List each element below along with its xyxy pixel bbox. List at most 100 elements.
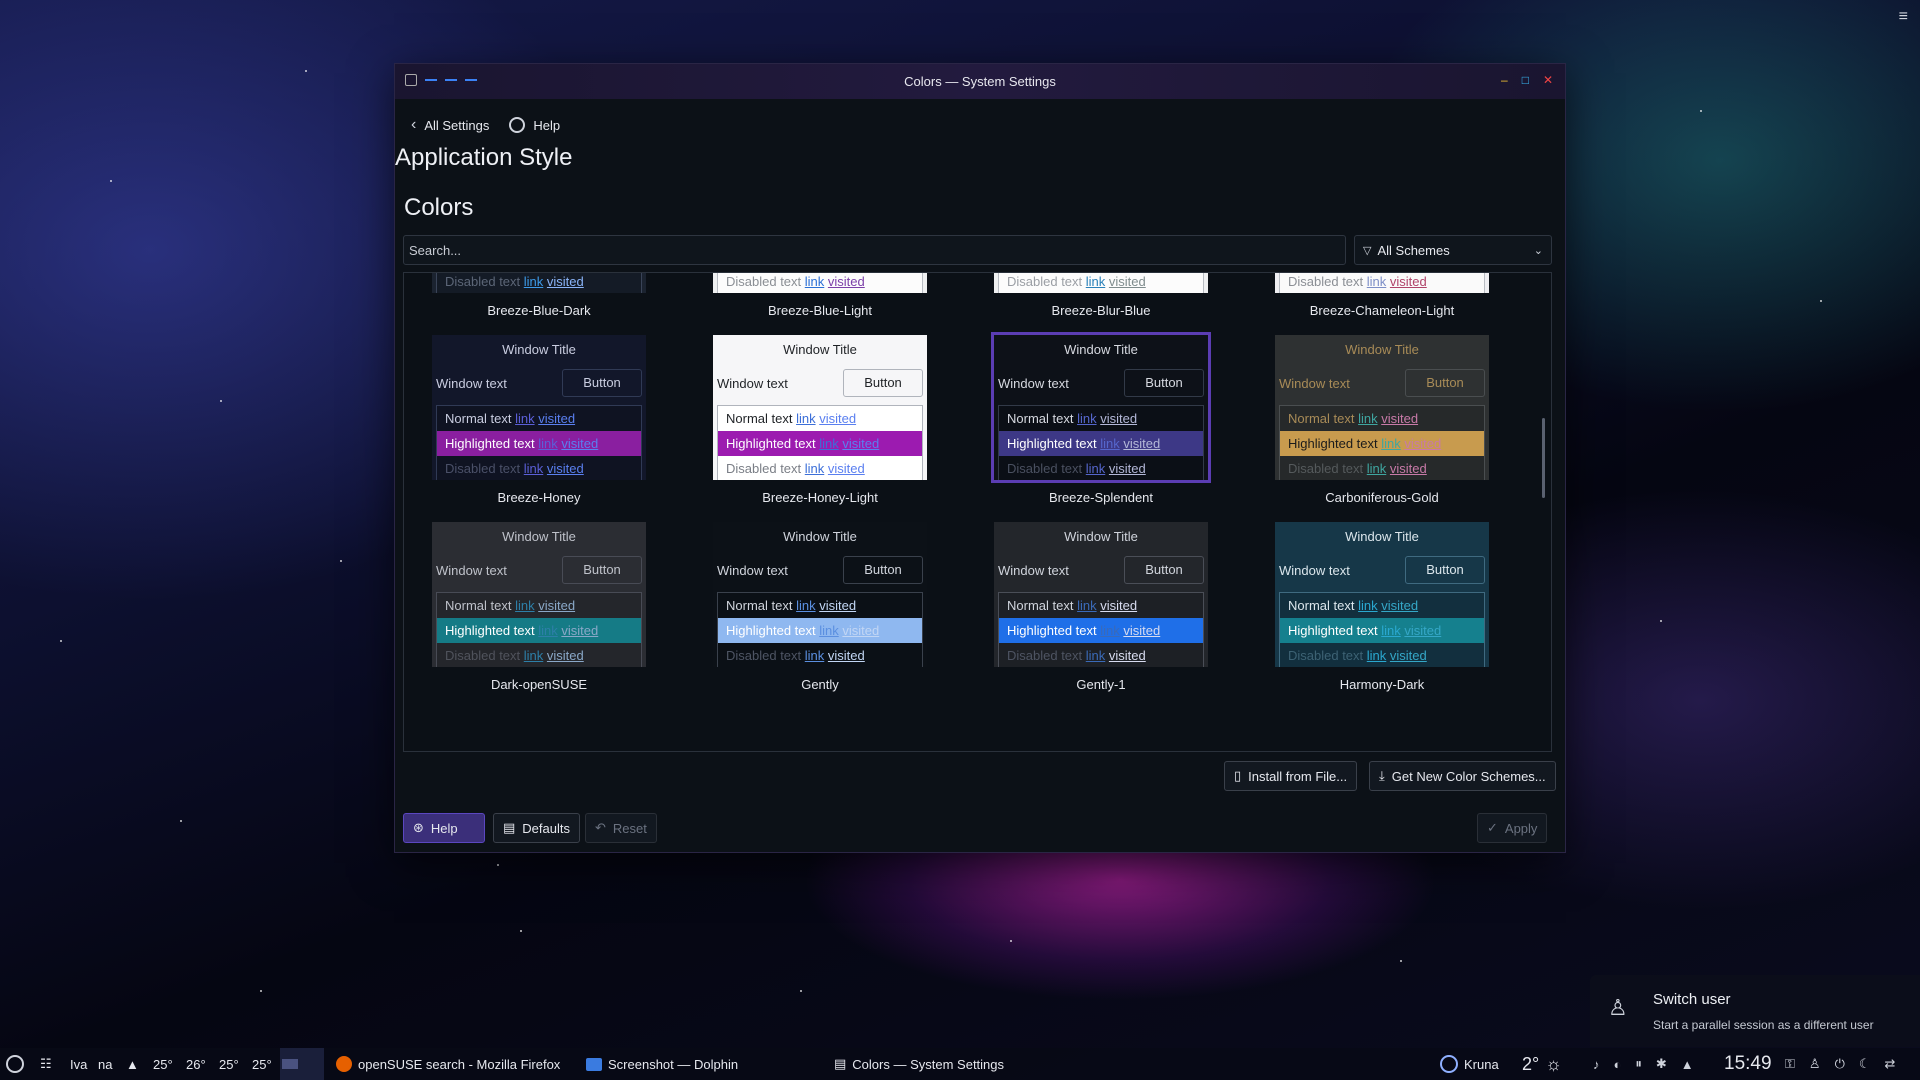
undo-icon: ↶ (595, 820, 606, 835)
bluetooth-icon[interactable]: ✱ (1656, 1056, 1667, 1072)
kruna-icon (1440, 1055, 1458, 1073)
help-menu-button[interactable]: Help (509, 117, 560, 133)
preview-list: Normal text link visited Highlighted tex… (998, 273, 1204, 293)
night-color-icon[interactable]: ◐ (1614, 1057, 1622, 1072)
keep-above-icon[interactable] (445, 79, 457, 81)
help-icon (509, 117, 526, 133)
help-icon: ⊛ (413, 820, 424, 835)
taskbar-item-na[interactable]: na (98, 1048, 112, 1080)
pager[interactable] (280, 1048, 324, 1080)
preview-list: Normal text link visited Highlighted tex… (998, 592, 1204, 667)
preview-highlighted-line: Highlighted text link visited (718, 431, 922, 456)
power-icon[interactable]: ⏻ (1835, 1056, 1845, 1072)
scheme-name: Breeze-Blue-Light (767, 303, 873, 318)
preview-list: Normal text link visited Highlighted tex… (1279, 405, 1485, 480)
scheme-tile[interactable]: Window Title Window text Button Normal t… (1275, 522, 1489, 692)
file-icon: ▯ (1234, 768, 1242, 783)
pin-icon[interactable] (425, 79, 437, 81)
minimize-button[interactable]: – (1501, 73, 1508, 87)
grid-scrollbar[interactable] (1542, 418, 1545, 498)
task-dolphin[interactable]: Screenshot — Dolphin (586, 1048, 738, 1080)
kruna-widget[interactable]: Kruna (1440, 1048, 1499, 1080)
scheme-preview: Window Title Window text Button Normal t… (1275, 273, 1489, 293)
scheme-name: Carboniferous-Gold (1325, 490, 1439, 505)
section-title: Colors (404, 194, 474, 221)
preview-disabled-line: Disabled text link visited (445, 648, 584, 663)
maximize-button[interactable]: □ (1522, 73, 1529, 87)
tray-expand-icon[interactable]: ▲ (1681, 1057, 1694, 1072)
clock[interactable]: 15:49 (1724, 1048, 1772, 1080)
search-input[interactable]: Search... (403, 235, 1346, 265)
task-system-settings[interactable]: ▤ Colors — System Settings (834, 1048, 1004, 1080)
get-new-schemes-button[interactable]: ⤓ Get New Color Schemes... (1369, 761, 1556, 791)
all-settings-button[interactable]: ‹ All Settings (411, 116, 489, 134)
scheme-tile[interactable]: Window Title Window text Button Normal t… (1275, 335, 1489, 505)
preview-list: Normal text link visited Highlighted tex… (998, 405, 1204, 480)
bell-icon[interactable]: ♪ (1593, 1057, 1600, 1072)
scheme-tile[interactable]: Window Title Window text Button Normal t… (432, 273, 646, 318)
preview-highlighted-line: Highlighted text link visited (1280, 431, 1484, 456)
apply-button[interactable]: ✓ Apply (1477, 813, 1548, 843)
preview-disabled-line: Disabled text link visited (726, 274, 865, 289)
download-icon: ⤓ (1379, 768, 1385, 783)
preview-disabled-line: Disabled text link visited (726, 461, 865, 476)
scheme-preview: Window Title Window text Button Normal t… (994, 522, 1208, 667)
reset-button[interactable]: ↶ Reset (585, 813, 657, 843)
scheme-tile[interactable]: Window Title Window text Button Normal t… (713, 273, 927, 318)
preview-list: Normal text link visited Highlighted tex… (436, 273, 642, 293)
scheme-tile[interactable]: Window Title Window text Button Normal t… (991, 332, 1211, 505)
scheme-tile[interactable]: Window Title Window text Button Normal t… (432, 522, 646, 692)
preview-window-title: Window Title (1345, 342, 1419, 357)
scheme-name: Breeze-Honey (497, 490, 581, 505)
weather-widget[interactable]: 2° ☼ (1522, 1048, 1562, 1080)
shade-icon[interactable] (465, 79, 477, 81)
app-menu-icon[interactable] (405, 74, 417, 86)
window-titlebar[interactable]: Colors — System Settings – □ ✕ (395, 64, 1565, 99)
preview-button: Button (843, 369, 923, 397)
preview-window-text: Window text (998, 375, 1069, 391)
preview-window-text: Window text (436, 375, 507, 391)
preview-disabled-line: Disabled text link visited (1288, 648, 1427, 663)
scheme-name: Harmony-Dark (1339, 677, 1425, 692)
install-from-file-button[interactable]: ▯ Install from File... (1224, 761, 1358, 791)
app-launcher-button[interactable] (6, 1048, 24, 1080)
preview-list: Normal text link visited Highlighted tex… (1279, 592, 1485, 667)
scheme-tile[interactable]: Window Title Window text Button Normal t… (713, 335, 927, 505)
scheme-tile[interactable]: Window Title Window text Button Normal t… (713, 522, 927, 692)
preview-normal-line: Normal text link visited (445, 598, 576, 613)
desktop-menu-icon[interactable]: ≡ (1899, 8, 1908, 26)
task-dolphin-label: Screenshot — Dolphin (608, 1056, 739, 1072)
preview-window-text: Window text (1279, 562, 1350, 578)
scheme-preview: Window Title Window text Button Normal t… (432, 335, 646, 480)
scheme-preview: Window Title Window text Button Normal t… (713, 522, 927, 667)
taskbar-item-iva[interactable]: Iva (70, 1048, 87, 1080)
preview-normal-line: Normal text link visited (1007, 411, 1138, 426)
settings-icon: ▤ (834, 1056, 847, 1071)
pause-icon[interactable]: ⏸ (1635, 1056, 1642, 1072)
task-firefox[interactable]: openSUSE search - Mozilla Firefox (336, 1048, 560, 1080)
preview-normal-line: Normal text link visited (445, 411, 576, 426)
scheme-tile[interactable]: Window Title Window text Button Normal t… (994, 522, 1208, 692)
get-new-label: Get New Color Schemes... (1391, 768, 1546, 784)
restart-icon[interactable]: ⇄ (1885, 1056, 1896, 1072)
settings-tray-icon[interactable]: ☷ (40, 1048, 52, 1080)
close-button[interactable]: ✕ (1543, 73, 1553, 87)
switch-user-notification[interactable]: ♙ Switch user Start a parallel session a… (1590, 975, 1920, 1047)
scheme-tile[interactable]: Window Title Window text Button Normal t… (1275, 273, 1489, 318)
color-scheme-grid[interactable]: Window Title Window text Button Normal t… (403, 272, 1552, 752)
preview-button: Button (1124, 369, 1204, 397)
help-button[interactable]: ⊛ Help (403, 813, 485, 843)
scheme-tile[interactable]: Window Title Window text Button Normal t… (432, 335, 646, 505)
lock-icon[interactable]: ⚿ (1785, 1056, 1795, 1072)
preview-normal-line: Normal text link visited (1007, 598, 1138, 613)
notification-title: Switch user (1653, 991, 1731, 1008)
scheme-tile[interactable]: Window Title Window text Button Normal t… (994, 273, 1208, 318)
switch-user-icon[interactable]: ♙ (1809, 1056, 1821, 1072)
task-firefox-label: openSUSE search - Mozilla Firefox (358, 1056, 561, 1072)
page-title: Application Style (395, 144, 573, 171)
scheme-filter-dropdown[interactable]: ▽ All Schemes ⌄ (1354, 235, 1552, 265)
preview-normal-line: Normal text link visited (726, 598, 857, 613)
expand-arrow-icon[interactable]: ▲ (126, 1048, 139, 1080)
defaults-button[interactable]: ▤ Defaults (493, 813, 580, 843)
sleep-icon[interactable]: ☾ (1859, 1056, 1871, 1072)
